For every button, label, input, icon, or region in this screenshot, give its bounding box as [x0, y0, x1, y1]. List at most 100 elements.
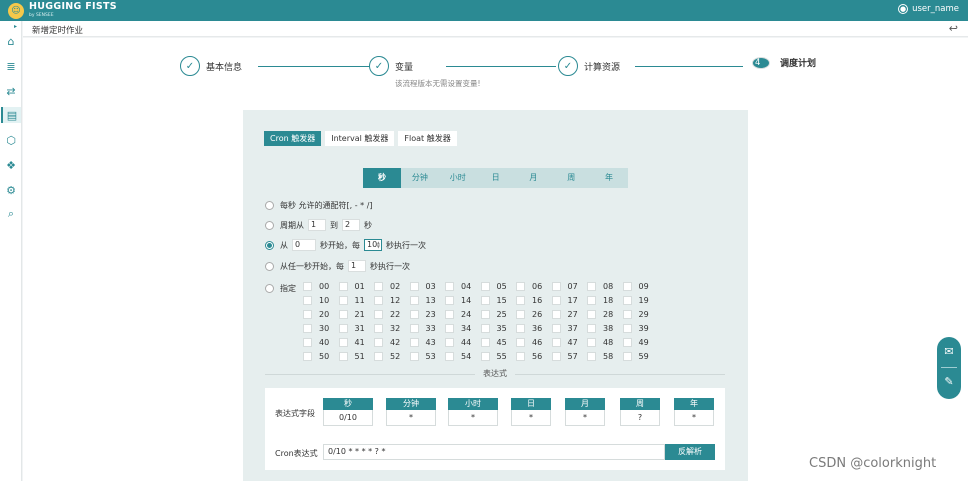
checkbox[interactable]: [338, 352, 348, 361]
field-value[interactable]: *: [386, 410, 436, 426]
checkbox[interactable]: [551, 352, 561, 361]
tab-minute[interactable]: 分钟: [401, 168, 439, 188]
second-checkbox-item[interactable]: 01: [338, 282, 365, 291]
checkbox[interactable]: [445, 310, 454, 319]
second-checkbox-item[interactable]: 44: [445, 338, 471, 347]
second-checkbox-item[interactable]: 32: [374, 324, 400, 333]
radio[interactable]: [265, 200, 274, 210]
option-every-second[interactable]: 每秒 允许的通配符[, - * /]: [265, 199, 373, 211]
tab-interval[interactable]: Interval 触发器: [325, 131, 395, 146]
checkbox[interactable]: [374, 352, 383, 361]
second-checkbox-item[interactable]: 02: [374, 282, 400, 291]
checkbox[interactable]: [622, 338, 632, 347]
second-checkbox-item[interactable]: 06: [516, 282, 542, 291]
checkbox[interactable]: [303, 324, 312, 333]
checkbox[interactable]: [338, 296, 348, 305]
checkbox[interactable]: [516, 310, 525, 319]
checkbox[interactable]: [622, 310, 632, 319]
tab-second[interactable]: 秒: [363, 168, 401, 188]
checkbox[interactable]: [409, 338, 419, 347]
checkbox[interactable]: [409, 282, 419, 291]
search-icon[interactable]: ⌕: [3, 206, 19, 222]
checkbox[interactable]: [445, 324, 454, 333]
cron-expression-input[interactable]: 0/10 * * * * ? *: [323, 444, 665, 460]
checkbox[interactable]: [303, 338, 312, 347]
checkbox[interactable]: [516, 338, 525, 347]
checkbox[interactable]: [338, 310, 348, 319]
second-checkbox-item[interactable]: 45: [480, 338, 507, 347]
step-schedule-plan[interactable]: 4 调度计划: [748, 56, 816, 69]
option-specify[interactable]: 指定: [265, 282, 296, 294]
second-checkbox-item[interactable]: 24: [445, 310, 471, 319]
step-basic-info[interactable]: ✓ 基本信息: [180, 56, 242, 76]
start-input[interactable]: 0: [292, 239, 316, 251]
second-checkbox-item[interactable]: 31: [338, 324, 365, 333]
field-value[interactable]: *: [674, 410, 714, 426]
second-checkbox-item[interactable]: 00: [303, 282, 329, 291]
reverse-parse-button[interactable]: 反解析: [665, 444, 715, 460]
second-checkbox-item[interactable]: 18: [587, 296, 613, 305]
tab-float[interactable]: Float 触发器: [398, 131, 457, 146]
checkbox[interactable]: [551, 296, 561, 305]
radio-selected[interactable]: [265, 240, 274, 250]
tab-year[interactable]: 年: [590, 168, 628, 188]
checkbox[interactable]: [480, 310, 490, 319]
second-checkbox-item[interactable]: 57: [551, 352, 578, 361]
second-checkbox-item[interactable]: 35: [480, 324, 507, 333]
tab-week[interactable]: 周: [552, 168, 590, 188]
second-checkbox-item[interactable]: 16: [516, 296, 542, 305]
checkbox[interactable]: [409, 352, 419, 361]
logo[interactable]: ☺ HUGGING FISTS by SENSEE: [0, 1, 117, 20]
second-checkbox-item[interactable]: 29: [622, 310, 649, 319]
checkbox[interactable]: [303, 282, 312, 291]
step-input[interactable]: 10 ▲ ▼: [364, 239, 382, 251]
second-checkbox-item[interactable]: 34: [445, 324, 471, 333]
checkbox[interactable]: [480, 338, 490, 347]
second-checkbox-item[interactable]: 55: [480, 352, 507, 361]
checkbox[interactable]: [622, 352, 632, 361]
checkbox[interactable]: [303, 352, 312, 361]
cluster-icon[interactable]: ❖: [3, 157, 19, 173]
checkbox[interactable]: [338, 282, 348, 291]
second-checkbox-item[interactable]: 12: [374, 296, 400, 305]
second-checkbox-item[interactable]: 15: [480, 296, 507, 305]
tab-cron[interactable]: Cron 触发器: [264, 131, 322, 146]
second-checkbox-item[interactable]: 14: [445, 296, 471, 305]
checkbox[interactable]: [480, 352, 490, 361]
field-value[interactable]: ?: [620, 410, 660, 426]
tab-day[interactable]: 日: [477, 168, 515, 188]
schedule-icon[interactable]: ▤: [1, 107, 21, 123]
second-checkbox-item[interactable]: 49: [622, 338, 649, 347]
checkbox[interactable]: [409, 296, 419, 305]
checkbox[interactable]: [374, 296, 383, 305]
second-checkbox-item[interactable]: 53: [409, 352, 436, 361]
second-checkbox-item[interactable]: 43: [409, 338, 436, 347]
second-checkbox-item[interactable]: 26: [516, 310, 542, 319]
user-menu[interactable]: ● user_name: [898, 4, 959, 14]
checkbox[interactable]: [374, 310, 383, 319]
second-checkbox-item[interactable]: 21: [338, 310, 365, 319]
field-value[interactable]: 0/10: [323, 410, 373, 426]
database-icon[interactable]: ≣: [3, 58, 19, 74]
checkbox[interactable]: [587, 310, 596, 319]
second-checkbox-item[interactable]: 50: [303, 352, 329, 361]
checkbox[interactable]: [587, 324, 596, 333]
second-checkbox-item[interactable]: 10: [303, 296, 329, 305]
second-checkbox-item[interactable]: 03: [409, 282, 436, 291]
field-value[interactable]: *: [565, 410, 605, 426]
any-step-input[interactable]: 1: [348, 260, 366, 272]
checkbox[interactable]: [445, 296, 454, 305]
checkbox[interactable]: [338, 324, 348, 333]
second-checkbox-item[interactable]: 09: [622, 282, 649, 291]
range-from-input[interactable]: 1: [308, 219, 326, 231]
second-checkbox-item[interactable]: 59: [622, 352, 649, 361]
checkbox[interactable]: [587, 338, 596, 347]
second-checkbox-item[interactable]: 37: [551, 324, 578, 333]
field-value[interactable]: *: [511, 410, 551, 426]
second-checkbox-item[interactable]: 17: [551, 296, 578, 305]
second-checkbox-item[interactable]: 22: [374, 310, 400, 319]
second-checkbox-item[interactable]: 58: [587, 352, 613, 361]
checkbox[interactable]: [622, 324, 632, 333]
back-icon[interactable]: ↩: [949, 22, 958, 35]
workflow-icon[interactable]: ⇄: [3, 83, 19, 99]
